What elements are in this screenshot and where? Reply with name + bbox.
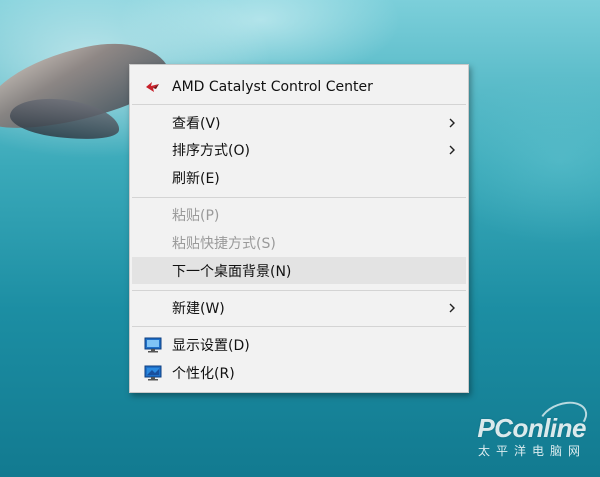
menu-item-label: AMD Catalyst Control Center (172, 78, 373, 95)
menu-item-amd-catalyst[interactable]: AMD Catalyst Control Center (132, 73, 466, 100)
amd-catalyst-icon (144, 79, 162, 95)
menu-item-next-desktop-background[interactable]: 下一个桌面背景(N) (132, 257, 466, 284)
menu-item-sort-by[interactable]: 排序方式(O) (132, 136, 466, 163)
menu-item-personalize[interactable]: 个性化(R) (132, 359, 466, 386)
display-settings-icon (144, 337, 162, 353)
menu-item-label: 个性化(R) (172, 365, 235, 382)
pconline-watermark: PConline 太平洋电脑网 (477, 395, 592, 459)
watermark-subtitle: 太平洋电脑网 (477, 444, 586, 458)
submenu-arrow-icon (448, 303, 456, 313)
menu-item-label: 粘贴(P) (172, 207, 220, 224)
menu-item-paste[interactable]: 粘贴(P) (132, 201, 466, 228)
submenu-arrow-icon (448, 118, 456, 128)
menu-item-label: 粘贴快捷方式(S) (172, 235, 276, 252)
menu-item-new[interactable]: 新建(W) (132, 294, 466, 321)
menu-item-label: 新建(W) (172, 300, 225, 317)
menu-item-label: 下一个桌面背景(N) (172, 263, 292, 280)
personalize-icon (144, 365, 162, 381)
submenu-arrow-icon (448, 145, 456, 155)
menu-separator (132, 290, 466, 291)
menu-item-label: 查看(V) (172, 115, 221, 132)
menu-item-display-settings[interactable]: 显示设置(D) (132, 331, 466, 358)
menu-separator (132, 197, 466, 198)
desktop-context-menu: AMD Catalyst Control Center 查看(V) 排序方式(O… (129, 64, 469, 393)
menu-item-label: 刷新(E) (172, 170, 220, 187)
menu-separator (132, 326, 466, 327)
menu-item-paste-shortcut[interactable]: 粘贴快捷方式(S) (132, 229, 466, 256)
menu-item-view[interactable]: 查看(V) (132, 109, 466, 136)
menu-item-refresh[interactable]: 刷新(E) (132, 164, 466, 191)
menu-separator (132, 104, 466, 105)
menu-item-label: 显示设置(D) (172, 337, 250, 354)
menu-item-label: 排序方式(O) (172, 142, 250, 159)
